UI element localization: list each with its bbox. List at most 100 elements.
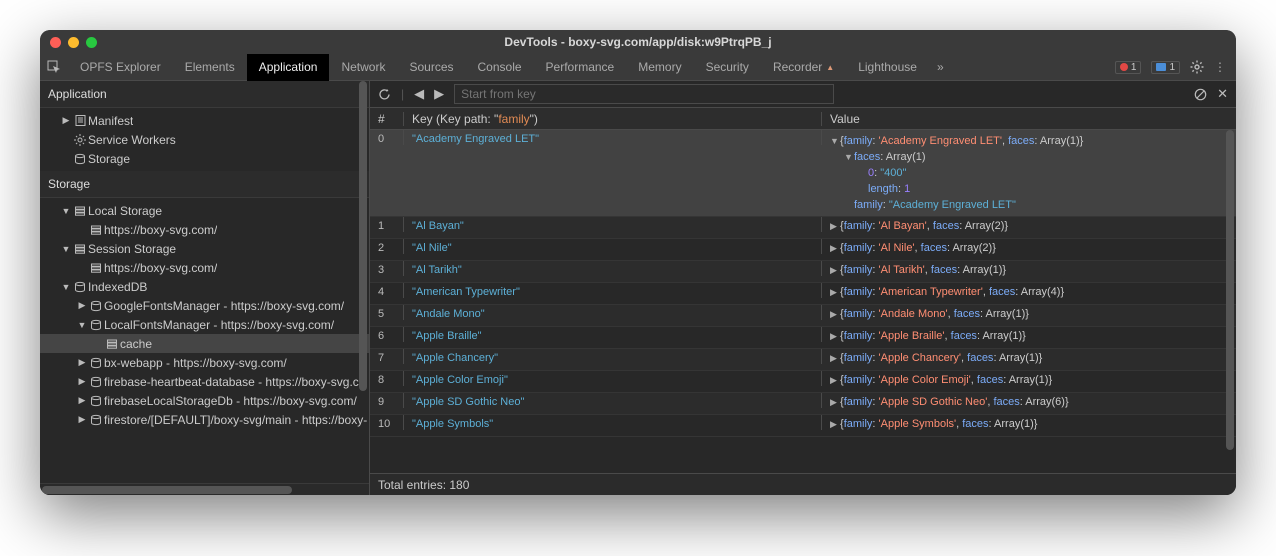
row-value[interactable]: ▶{family: 'Al Bayan', faces: Array(2)}	[822, 217, 1236, 235]
row-key: "American Typewriter"	[404, 283, 822, 298]
table-row[interactable]: 6"Apple Braille"▶{family: 'Apple Braille…	[370, 327, 1236, 349]
table-row[interactable]: 0"Academy Engraved LET"▼{family: 'Academ…	[370, 130, 1236, 217]
sidebar-item-label: GoogleFontsManager - https://boxy-svg.co…	[104, 299, 344, 313]
panel-tabs: OPFS ExplorerElementsApplicationNetworkS…	[40, 54, 1236, 81]
header-value[interactable]: Value	[822, 112, 1236, 126]
table-row[interactable]: 2"Al Nile"▶{family: 'Al Nile', faces: Ar…	[370, 239, 1236, 261]
sidebar-item[interactable]: ▶ Manifest	[40, 111, 369, 130]
row-key: "Apple Color Emoji"	[404, 371, 822, 386]
tab-application[interactable]: Application	[247, 54, 330, 81]
sidebar-item[interactable]: ▶ GoogleFontsManager - https://boxy-svg.c…	[40, 296, 369, 315]
start-from-key-input[interactable]	[454, 84, 834, 104]
sidebar-item[interactable]: Service Workers	[40, 130, 369, 149]
row-key: "Al Bayan"	[404, 217, 822, 232]
twisty-icon[interactable]: ▶	[76, 300, 88, 311]
sidebar-item-label: https://boxy-svg.com/	[104, 261, 217, 275]
twisty-icon[interactable]: ▶	[76, 414, 88, 425]
sidebar-h-scrollbar[interactable]	[40, 483, 369, 495]
table-row[interactable]: 3"Al Tarikh"▶{family: 'Al Tarikh', faces…	[370, 261, 1236, 283]
row-key: "Apple SD Gothic Neo"	[404, 393, 822, 408]
twisty-icon[interactable]: ▶	[76, 357, 88, 368]
sidebar-item[interactable]: ▼Session Storage	[40, 239, 369, 258]
storage-stack-icon	[104, 338, 120, 350]
row-value[interactable]: ▶{family: 'Andale Mono', faces: Array(1)…	[822, 305, 1236, 323]
prev-page-icon[interactable]: ◀	[414, 86, 424, 102]
inspect-icon[interactable]	[40, 60, 68, 74]
header-index[interactable]: #	[370, 112, 404, 126]
sidebar-item[interactable]: ▼LocalFontsManager - https://boxy-svg.co…	[40, 315, 369, 334]
table-row[interactable]: 8"Apple Color Emoji"▶{family: 'Apple Col…	[370, 371, 1236, 393]
tab-opfs-explorer[interactable]: OPFS Explorer	[68, 54, 173, 81]
table-row[interactable]: 1"Al Bayan"▶{family: 'Al Bayan', faces: …	[370, 217, 1236, 239]
sidebar-item[interactable]: ▶firestore/[DEFAULT]/boxy-svg/main - htt…	[40, 410, 369, 429]
twisty-icon[interactable]: ▼	[60, 206, 72, 216]
content-scrollbar[interactable]	[1226, 130, 1234, 473]
tab-network[interactable]: Network	[329, 54, 397, 81]
tab-elements[interactable]: Elements	[173, 54, 247, 81]
tab-sources[interactable]: Sources	[397, 54, 465, 81]
tab-console[interactable]: Console	[466, 54, 534, 81]
refresh-icon[interactable]	[378, 88, 391, 101]
sidebar-scrollbar[interactable]	[359, 81, 367, 461]
row-value[interactable]: ▶{family: 'Apple Chancery', faces: Array…	[822, 349, 1236, 367]
sidebar-item[interactable]: ▶ firebase-heartbeat-database - https://b…	[40, 372, 369, 391]
sidebar-item[interactable]: cache	[40, 334, 369, 353]
sidebar-item-label: Manifest	[88, 114, 133, 128]
row-value[interactable]: ▶{family: 'Apple Color Emoji', faces: Ar…	[822, 371, 1236, 389]
status-footer: Total entries: 180	[370, 473, 1236, 495]
twisty-icon[interactable]: ▼	[60, 244, 72, 254]
sidebar-item-label: https://boxy-svg.com/	[104, 223, 217, 237]
row-index: 6	[370, 327, 404, 342]
header-key[interactable]: Key (Key path: "family")	[404, 112, 822, 126]
tab-lighthouse[interactable]: Lighthouse	[846, 54, 929, 81]
row-value[interactable]: ▶{family: 'Al Tarikh', faces: Array(1)}	[822, 261, 1236, 279]
sidebar-item[interactable]: ▼IndexedDB	[40, 277, 369, 296]
twisty-icon[interactable]: ▶	[76, 395, 88, 406]
twisty-icon[interactable]: ▶	[76, 376, 88, 387]
errors-badge[interactable]: 1	[1115, 61, 1142, 74]
storage-stack-icon	[72, 205, 88, 217]
database-icon	[88, 395, 104, 407]
messages-badge[interactable]: 1	[1151, 61, 1180, 74]
row-index: 0	[370, 130, 404, 145]
row-value[interactable]: ▶{family: 'American Typewriter', faces: …	[822, 283, 1236, 301]
twisty-icon[interactable]: ▼	[60, 282, 72, 292]
table-row[interactable]: 5"Andale Mono"▶{family: 'Andale Mono', f…	[370, 305, 1236, 327]
row-value[interactable]: ▶{family: 'Apple SD Gothic Neo', faces: …	[822, 393, 1236, 411]
sidebar-item[interactable]: Storage	[40, 149, 369, 168]
idb-toolbar: | ◀ ▶ ✕	[370, 81, 1236, 108]
row-value[interactable]: ▶{family: 'Apple Symbols', faces: Array(…	[822, 415, 1236, 433]
tab-recorder[interactable]: Recorder ▲	[761, 54, 846, 81]
sidebar-item-label: firebase-heartbeat-database - https://bo…	[104, 375, 365, 389]
row-key: "Apple Symbols"	[404, 415, 822, 430]
table-row[interactable]: 4"American Typewriter"▶{family: 'America…	[370, 283, 1236, 305]
twisty-icon[interactable]: ▶	[60, 115, 72, 126]
table-header: # Key (Key path: "family") Value	[370, 108, 1236, 130]
tab-performance[interactable]: Performance	[534, 54, 627, 81]
row-index: 1	[370, 217, 404, 232]
tab-memory[interactable]: Memory	[626, 54, 693, 81]
settings-icon[interactable]	[1190, 60, 1204, 74]
row-value[interactable]: ▶{family: 'Al Nile', faces: Array(2)}	[822, 239, 1236, 257]
sidebar-item[interactable]: https://boxy-svg.com/	[40, 258, 369, 277]
row-value[interactable]: ▶{family: 'Apple Braille', faces: Array(…	[822, 327, 1236, 345]
sidebar-item[interactable]: ▼Local Storage	[40, 201, 369, 220]
table-row[interactable]: 7"Apple Chancery"▶{family: 'Apple Chance…	[370, 349, 1236, 371]
row-value[interactable]: ▼{family: 'Academy Engraved LET', faces:…	[822, 130, 1236, 216]
sidebar-item[interactable]: ▶bx-webapp - https://boxy-svg.com/	[40, 353, 369, 372]
table-row[interactable]: 9"Apple SD Gothic Neo"▶{family: 'Apple S…	[370, 393, 1236, 415]
more-tabs-icon[interactable]: »	[929, 60, 952, 74]
clear-object-store-icon[interactable]	[1194, 88, 1207, 101]
delete-selected-icon[interactable]: ✕	[1217, 86, 1228, 102]
row-index: 2	[370, 239, 404, 254]
kebab-menu-icon[interactable]: ⋮	[1214, 60, 1226, 74]
devtools-window: DevTools - boxy-svg.com/app/disk:w9PtrqP…	[40, 30, 1236, 495]
gear-icon	[72, 134, 88, 146]
sidebar-item[interactable]: https://boxy-svg.com/	[40, 220, 369, 239]
row-index: 10	[370, 415, 404, 430]
twisty-icon[interactable]: ▼	[76, 320, 88, 330]
sidebar-item[interactable]: ▶firebaseLocalStorageDb - https://boxy-s…	[40, 391, 369, 410]
table-row[interactable]: 10"Apple Symbols"▶{family: 'Apple Symbol…	[370, 415, 1236, 437]
next-page-icon[interactable]: ▶	[434, 86, 444, 102]
tab-security[interactable]: Security	[694, 54, 761, 81]
